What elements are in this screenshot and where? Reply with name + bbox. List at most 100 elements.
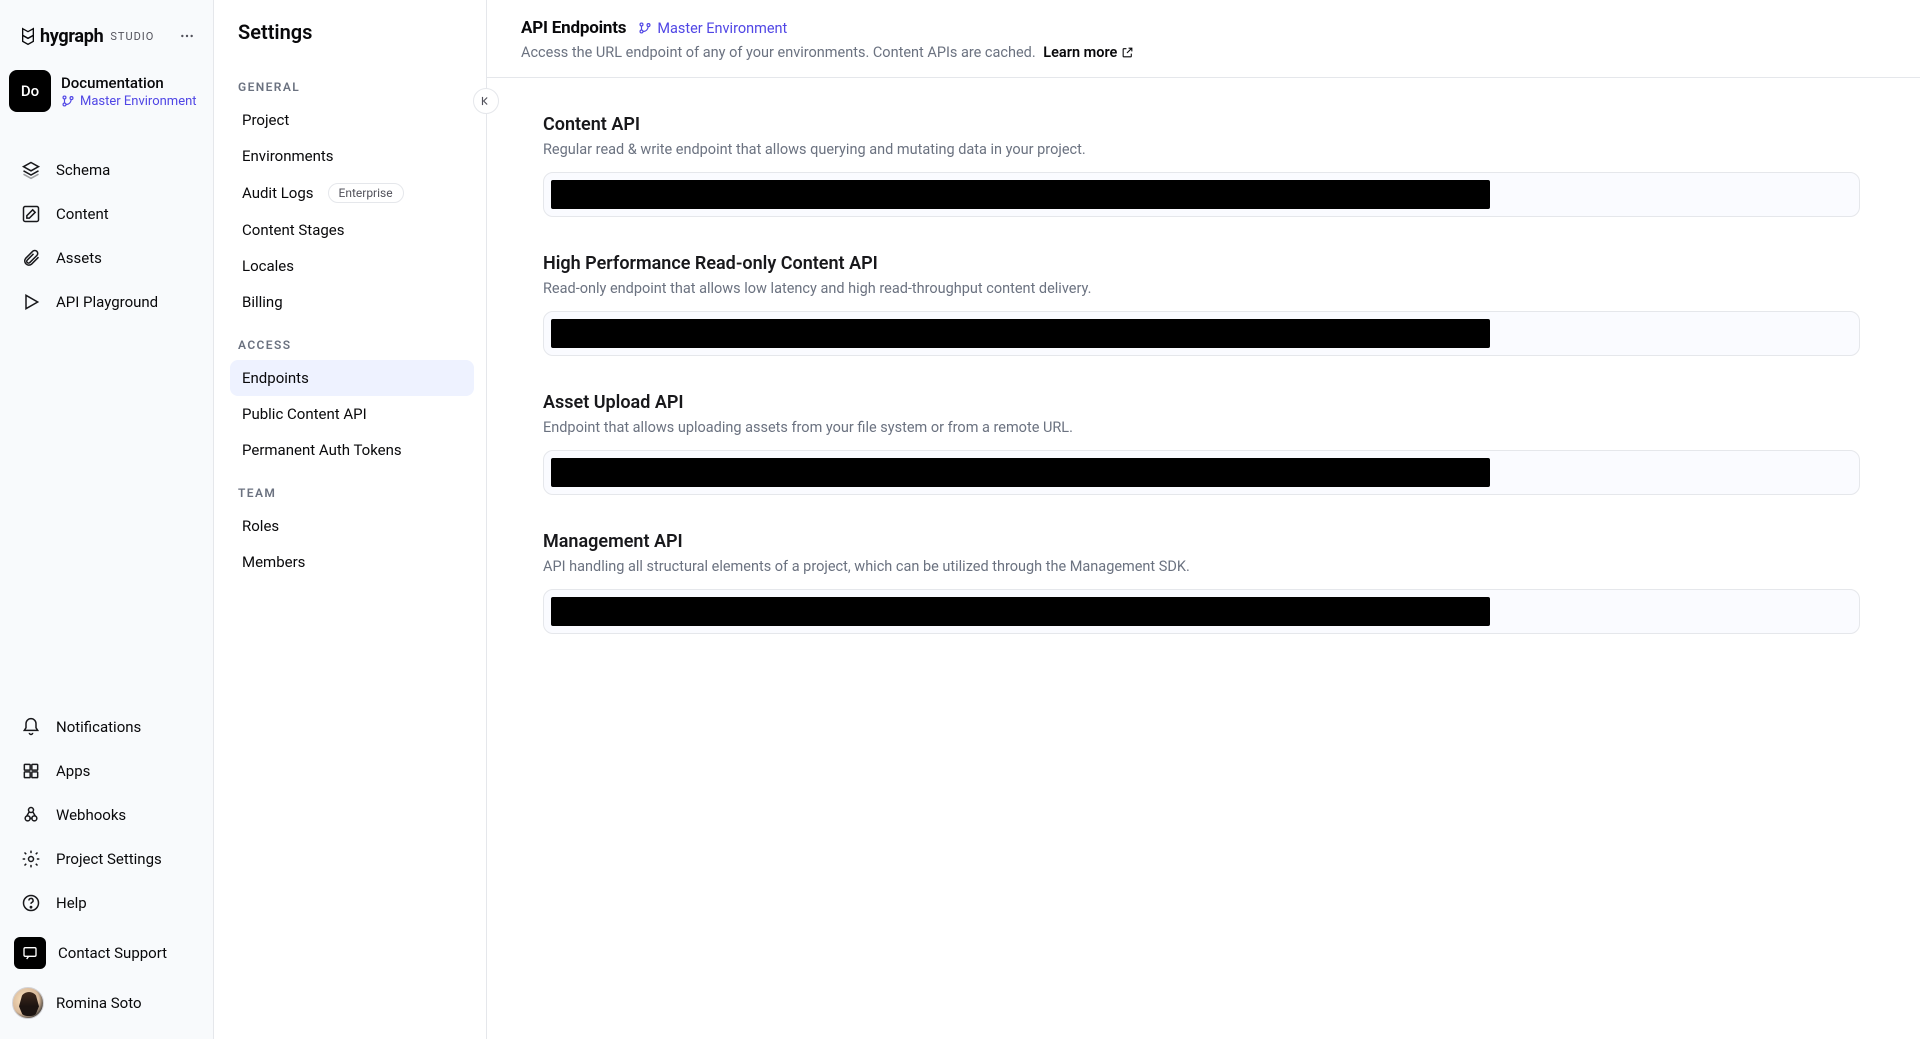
page-sections: Content API Regular read & write endpoin… <box>487 78 1920 674</box>
endpoint-url-field[interactable] <box>543 172 1860 217</box>
sidebar-item-assets[interactable]: Assets <box>10 238 205 278</box>
project-avatar: Do <box>9 70 51 112</box>
settings-item-locales[interactable]: Locales <box>230 248 474 284</box>
sidebar-item-content[interactable]: Content <box>10 194 205 234</box>
endpoint-desc: Read-only endpoint that allows low laten… <box>543 274 1860 297</box>
brand-mark-icon <box>20 26 36 46</box>
page-environment-chip[interactable]: Master Environment <box>638 20 787 37</box>
gear-icon <box>20 849 42 869</box>
settings-item-label: Environments <box>242 147 334 165</box>
settings-item-project[interactable]: Project <box>230 102 474 138</box>
brand-suffix: STUDIO <box>110 30 154 43</box>
settings-item-label: Content Stages <box>242 221 344 239</box>
settings-item-permanent-auth-tokens[interactable]: Permanent Auth Tokens <box>230 432 474 468</box>
learn-more-link[interactable]: Learn more <box>1043 44 1134 61</box>
sidebar-item-project-settings[interactable]: Project Settings <box>10 839 205 879</box>
settings-item-audit-logs[interactable]: Audit Logs Enterprise <box>230 174 474 212</box>
collapse-sidebar-button[interactable] <box>473 88 499 114</box>
endpoint-url-redacted <box>551 319 1490 348</box>
primary-nav-top: Schema Content Assets API Playground <box>0 144 213 328</box>
sidebar-item-help[interactable]: Help <box>10 883 205 923</box>
settings-item-members[interactable]: Members <box>230 544 474 580</box>
sidebar-item-label: Schema <box>56 161 110 179</box>
endpoint-section-hp-readonly-api: High Performance Read-only Content API R… <box>543 253 1860 356</box>
sidebar-item-label: Notifications <box>56 718 141 736</box>
settings-item-environments[interactable]: Environments <box>230 138 474 174</box>
endpoint-title: Content API <box>543 114 1860 135</box>
settings-item-label: Audit Logs <box>242 184 314 202</box>
bell-icon <box>20 717 42 737</box>
environment-name: Master Environment <box>80 94 197 109</box>
sidebar-item-label: Content <box>56 205 109 223</box>
endpoint-title: Management API <box>543 531 1860 552</box>
sidebar-item-schema[interactable]: Schema <box>10 150 205 190</box>
sidebar-item-api-playground[interactable]: API Playground <box>10 282 205 322</box>
settings-item-label: Endpoints <box>242 369 309 387</box>
user-avatar <box>12 987 44 1019</box>
endpoint-section-content-api: Content API Regular read & write endpoin… <box>543 114 1860 217</box>
sidebar-item-notifications[interactable]: Notifications <box>10 707 205 747</box>
endpoint-section-management-api: Management API API handling all structur… <box>543 531 1860 634</box>
page-title: API Endpoints <box>521 18 626 38</box>
layers-icon <box>20 160 42 180</box>
environment-chip[interactable]: Master Environment <box>61 94 197 109</box>
endpoint-url-field[interactable] <box>543 311 1860 356</box>
brand-row: hygraph STUDIO <box>0 14 213 64</box>
branch-icon <box>61 94 75 108</box>
endpoint-url-field[interactable] <box>543 589 1860 634</box>
chat-icon <box>14 937 46 969</box>
main-content: API Endpoints Master Environment Access … <box>487 0 1920 1039</box>
user-name: Romina Soto <box>56 994 142 1012</box>
settings-item-label: Members <box>242 553 305 571</box>
endpoint-url-redacted <box>551 597 1490 626</box>
paperclip-icon <box>20 248 42 268</box>
endpoint-url-redacted <box>551 458 1490 487</box>
project-switcher[interactable]: Do Documentation Master Environment <box>0 64 213 118</box>
play-icon <box>20 292 42 312</box>
sidebar-item-label: Project Settings <box>56 850 162 868</box>
page-header: API Endpoints Master Environment Access … <box>487 0 1920 78</box>
endpoint-title: High Performance Read-only Content API <box>543 253 1860 274</box>
settings-title: Settings <box>238 20 472 62</box>
settings-sidebar: Settings GENERAL Project Environments Au… <box>214 0 487 1039</box>
grid-icon <box>20 761 42 781</box>
brand-logo[interactable]: hygraph STUDIO <box>20 26 154 47</box>
page-environment-name: Master Environment <box>657 20 787 37</box>
sidebar-item-label: Assets <box>56 249 102 267</box>
sidebar-item-label: API Playground <box>56 293 158 311</box>
sidebar-item-webhooks[interactable]: Webhooks <box>10 795 205 835</box>
contact-support-label: Contact Support <box>58 944 167 962</box>
settings-item-endpoints[interactable]: Endpoints <box>230 360 474 396</box>
brand-name: hygraph <box>40 26 103 47</box>
endpoint-title: Asset Upload API <box>543 392 1860 413</box>
settings-item-label: Permanent Auth Tokens <box>242 441 402 459</box>
user-menu[interactable]: Romina Soto <box>0 977 213 1029</box>
settings-item-content-stages[interactable]: Content Stages <box>230 212 474 248</box>
brand-menu-button[interactable] <box>173 24 201 48</box>
enterprise-badge: Enterprise <box>328 183 404 203</box>
page-subtitle: Access the URL endpoint of any of your e… <box>521 44 1036 61</box>
endpoint-url-field[interactable] <box>543 450 1860 495</box>
primary-nav-bottom: Notifications Apps Webhooks Project Sett… <box>0 701 213 929</box>
sidebar-item-label: Webhooks <box>56 806 126 824</box>
endpoint-desc: API handling all structural elements of … <box>543 552 1860 575</box>
webhook-icon <box>20 805 42 825</box>
page-subtitle-row: Access the URL endpoint of any of your e… <box>521 38 1886 61</box>
contact-support-button[interactable]: Contact Support <box>0 929 213 977</box>
settings-item-roles[interactable]: Roles <box>230 508 474 544</box>
settings-section-label: GENERAL <box>238 62 472 102</box>
question-icon <box>20 893 42 913</box>
settings-item-label: Billing <box>242 293 283 311</box>
endpoint-section-asset-upload-api: Asset Upload API Endpoint that allows up… <box>543 392 1860 495</box>
sidebar-item-apps[interactable]: Apps <box>10 751 205 791</box>
sidebar-item-label: Apps <box>56 762 90 780</box>
endpoint-desc: Regular read & write endpoint that allow… <box>543 135 1860 158</box>
endpoint-url-redacted <box>551 180 1490 209</box>
settings-item-billing[interactable]: Billing <box>230 284 474 320</box>
settings-item-label: Roles <box>242 517 279 535</box>
pencil-square-icon <box>20 204 42 224</box>
primary-sidebar: hygraph STUDIO Do Documentation Master E… <box>0 0 214 1039</box>
settings-item-label: Public Content API <box>242 405 367 423</box>
settings-item-public-content-api[interactable]: Public Content API <box>230 396 474 432</box>
project-name: Documentation <box>61 74 197 92</box>
